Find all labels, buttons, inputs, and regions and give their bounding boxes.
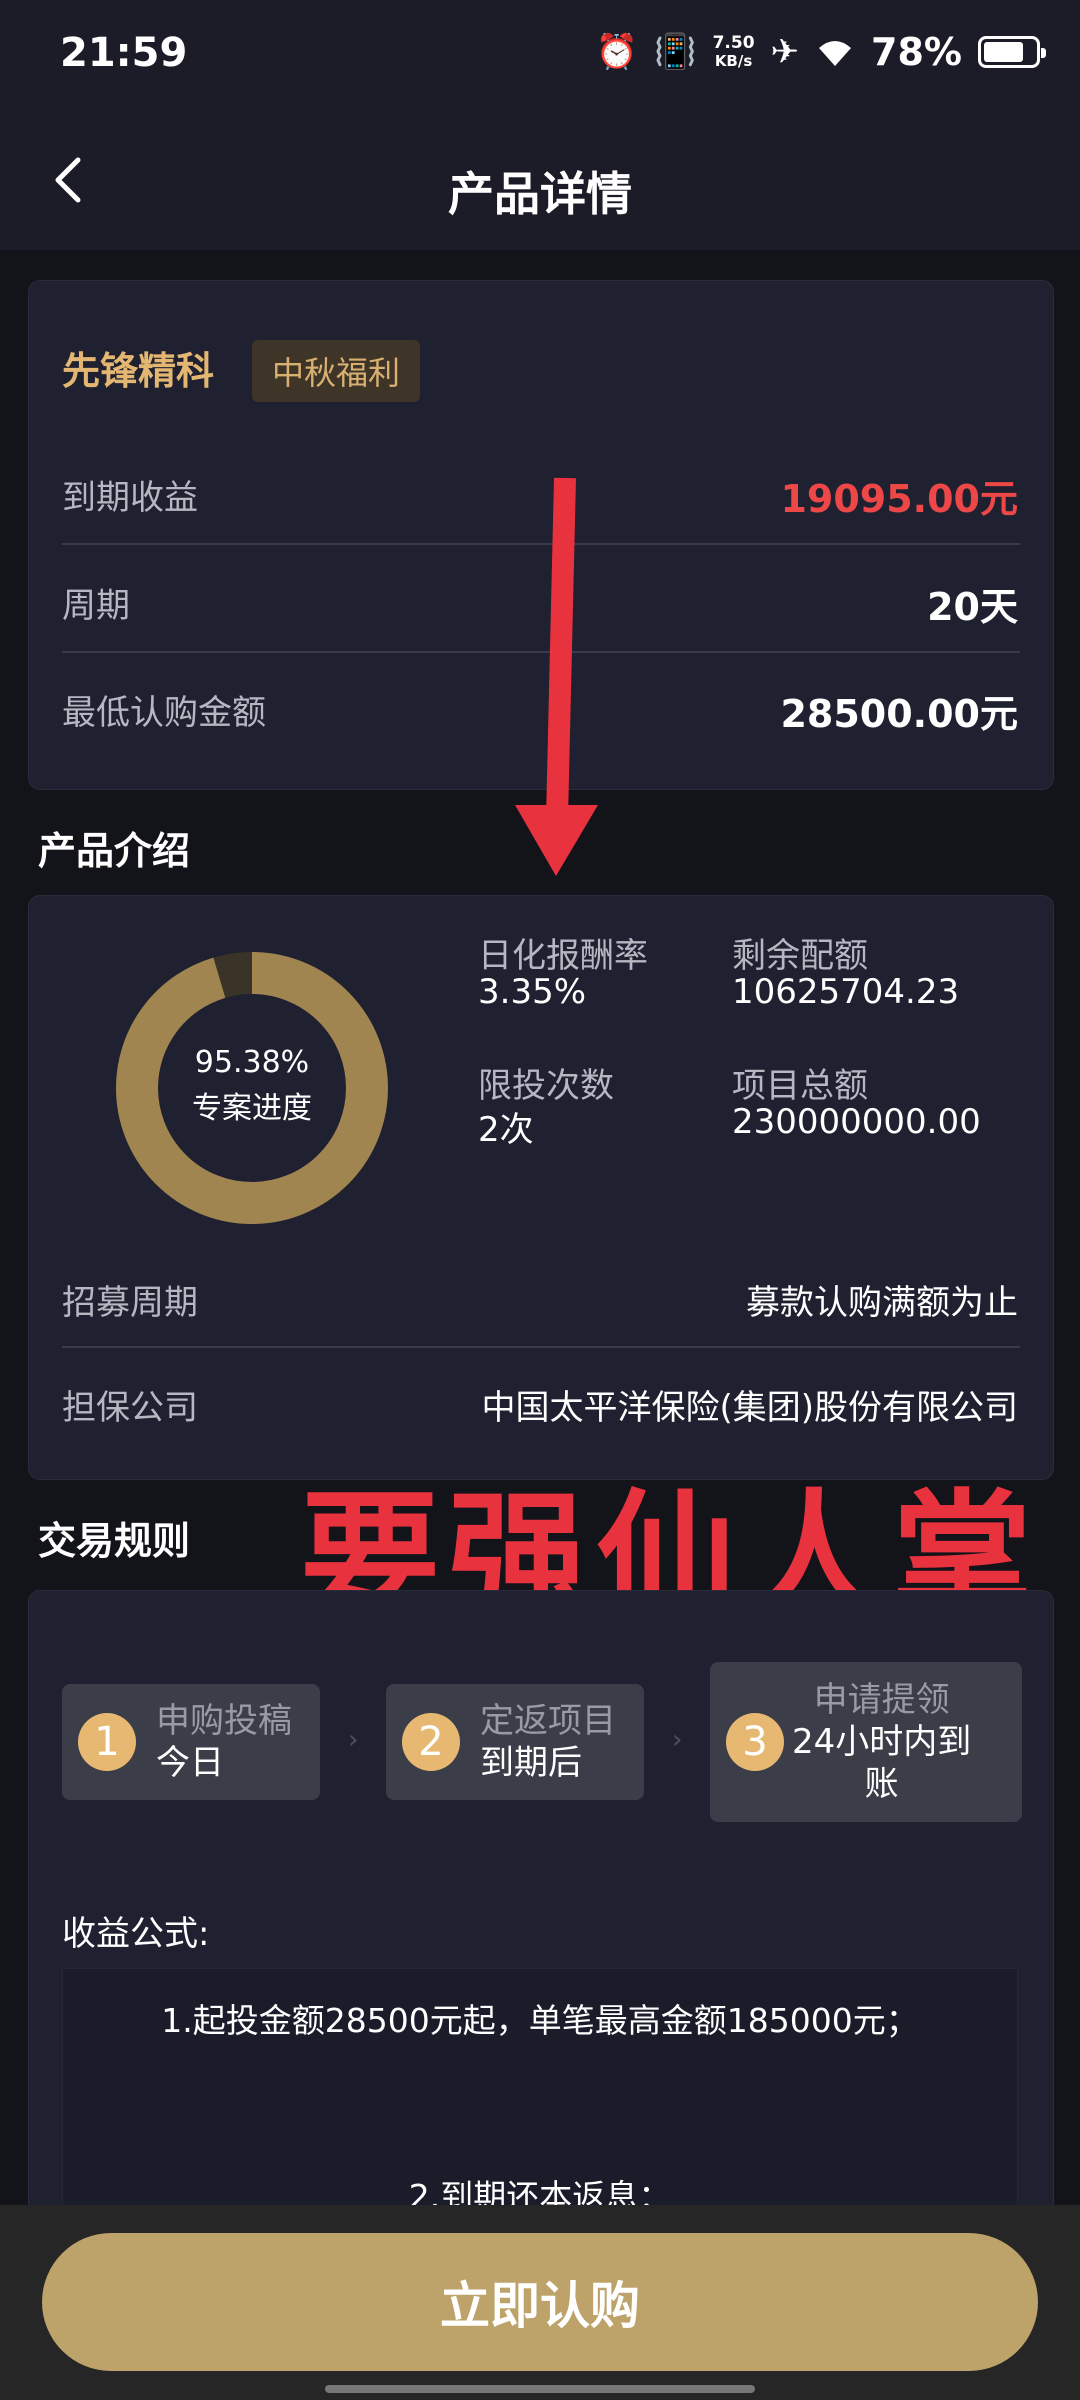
step-3: 3 申请提领 24小时内到 账 [710, 1662, 1022, 1822]
step-subtitle: 到期后 [480, 1743, 582, 1783]
step-subtitle: 24小时内到 [792, 1722, 972, 1762]
step-number: 3 [726, 1713, 784, 1771]
step-title: 申请提领 [813, 1680, 950, 1720]
step-arrow-icon: › [348, 1725, 359, 1755]
red-arrow-shaft [546, 477, 576, 819]
step-2: 2 定返项目 到期后 [386, 1684, 644, 1800]
step-subtitle: 今日 [156, 1743, 224, 1783]
step-arrow-icon: › [672, 1725, 683, 1755]
home-indicator[interactable] [325, 2385, 755, 2393]
formula-line-1: 1.起投金额28500元起，单笔最高金额185000元； [161, 2001, 919, 2040]
step-title: 定返项目 [480, 1701, 616, 1741]
step-subtitle-cont: 账 [864, 1764, 899, 1804]
step-1: 1 申购投稿 今日 [62, 1684, 320, 1800]
step-title: 申购投稿 [156, 1701, 292, 1741]
step-number: 2 [402, 1713, 460, 1771]
rules-section-title: 交易规则 [38, 1519, 191, 1563]
formula-label: 收益公式: [62, 1914, 210, 1954]
step-number: 1 [78, 1713, 136, 1771]
subscribe-now-button[interactable]: 立即认购 [42, 2233, 1038, 2371]
red-arrow-head-icon [515, 805, 598, 876]
